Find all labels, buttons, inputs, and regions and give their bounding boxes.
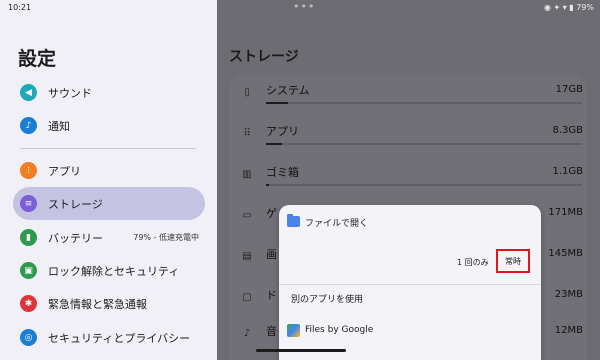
dialog-title: ファイルで開く — [305, 219, 369, 229]
app-option-files[interactable]: Files by Google — [305, 325, 373, 335]
settings-pane: 10:21 設定 ◀ サウンド ♪ 通知 ⁝ アプリ ≡ ストレージ ▮ バッテ… — [0, 0, 217, 360]
sidebar-item-emergency[interactable]: ✱ 緊急情報と緊急通報 — [13, 287, 205, 320]
image-icon: ▤ — [242, 250, 252, 262]
sidebar-item-apps[interactable]: ⁝ アプリ — [13, 154, 205, 187]
page-title: 設定 — [18, 48, 57, 70]
trash-icon: ▥ — [242, 168, 252, 180]
storage-row-audio[interactable]: 音 — [266, 323, 277, 339]
storage-row-documents[interactable]: ド — [266, 287, 277, 303]
storage-row-trash[interactable]: ゴミ箱 — [266, 164, 299, 180]
storage-bar — [266, 143, 582, 145]
sidebar-item-notifications[interactable]: ♪ 通知 — [13, 109, 205, 142]
bell-icon: ♪ — [20, 117, 37, 134]
files-app-icon[interactable] — [287, 324, 300, 337]
storage-title: ストレージ — [229, 49, 299, 65]
battery-status: 79% - 低速充電中 — [133, 233, 199, 242]
storage-row-value: 12MB — [554, 325, 583, 336]
sidebar-item-storage[interactable]: ≡ ストレージ — [13, 187, 205, 220]
music-icon: ♪ — [243, 327, 251, 339]
other-apps-heading: 別のアプリを使用 — [291, 295, 364, 305]
folder-icon — [287, 214, 300, 227]
sidebar-item-label: ロック解除とセキュリティ — [48, 265, 180, 278]
apps-grid-icon: ⁝ — [20, 162, 37, 179]
storage-row-games[interactable]: ゲ — [266, 205, 277, 221]
asterisk-icon: ✱ — [20, 295, 37, 312]
divider — [279, 284, 541, 285]
storage-row-value: 145MB — [548, 248, 583, 259]
always-button[interactable]: 常時 — [496, 249, 530, 273]
grid-icon: ⠿ — [243, 127, 251, 139]
storage-row-value: 8.3GB — [552, 125, 583, 136]
storage-row-system[interactable]: システム — [266, 82, 310, 98]
folder-icon: ▢ — [242, 291, 252, 303]
storage-row-value: 23MB — [554, 289, 583, 300]
sidebar-item-label: バッテリー — [48, 232, 103, 245]
sidebar-item-label: アプリ — [48, 165, 81, 178]
storage-bar — [266, 184, 582, 186]
sidebar-item-label: 緊急情報と緊急通報 — [48, 298, 147, 311]
battery-icon: ▮ — [20, 229, 37, 246]
sidebar-item-battery[interactable]: ▮ バッテリー 79% - 低速充電中 — [13, 221, 205, 254]
gesture-nav-bar[interactable] — [256, 349, 346, 352]
sidebar-item-label: セキュリティとプライバシー — [48, 332, 191, 345]
open-with-dialog: ファイルで開く 1 回のみ 常時 別のアプリを使用 Files by Googl… — [279, 205, 541, 360]
sidebar-item-label: サウンド — [48, 87, 92, 100]
storage-row-value: 171MB — [548, 207, 583, 218]
storage-bar — [266, 102, 582, 104]
phone-icon: ▯ — [244, 86, 250, 98]
lock-icon: ▣ — [20, 262, 37, 279]
gamepad-icon: ▭ — [242, 209, 252, 221]
storage-icon: ≡ — [20, 195, 37, 212]
sidebar-item-label: 通知 — [48, 120, 70, 133]
privacy-icon: ◎ — [20, 329, 37, 346]
storage-row-value: 17GB — [555, 84, 583, 95]
storage-row-value: 1.1GB — [552, 166, 583, 177]
sidebar-item-sound[interactable]: ◀ サウンド — [13, 76, 205, 109]
sidebar-item-lock-security[interactable]: ▣ ロック解除とセキュリティ — [13, 254, 205, 287]
divider — [20, 148, 196, 149]
speaker-icon: ◀ — [20, 84, 37, 101]
storage-bar-fill — [266, 143, 282, 145]
storage-bar-fill — [266, 102, 289, 104]
status-icons: ◉ ✦ ▾ ▮ 79% — [543, 3, 594, 12]
storage-bar-fill — [266, 184, 270, 186]
storage-row-apps[interactable]: アプリ — [266, 123, 299, 139]
status-time: 10:21 — [8, 3, 32, 12]
window-handle[interactable]: ••• — [293, 0, 315, 13]
storage-row-images[interactable]: 画 — [266, 246, 277, 262]
sidebar-item-label: ストレージ — [48, 198, 103, 211]
just-once-button[interactable]: 1 回のみ — [457, 257, 489, 268]
sidebar-item-privacy[interactable]: ◎ セキュリティとプライバシー — [13, 321, 205, 354]
